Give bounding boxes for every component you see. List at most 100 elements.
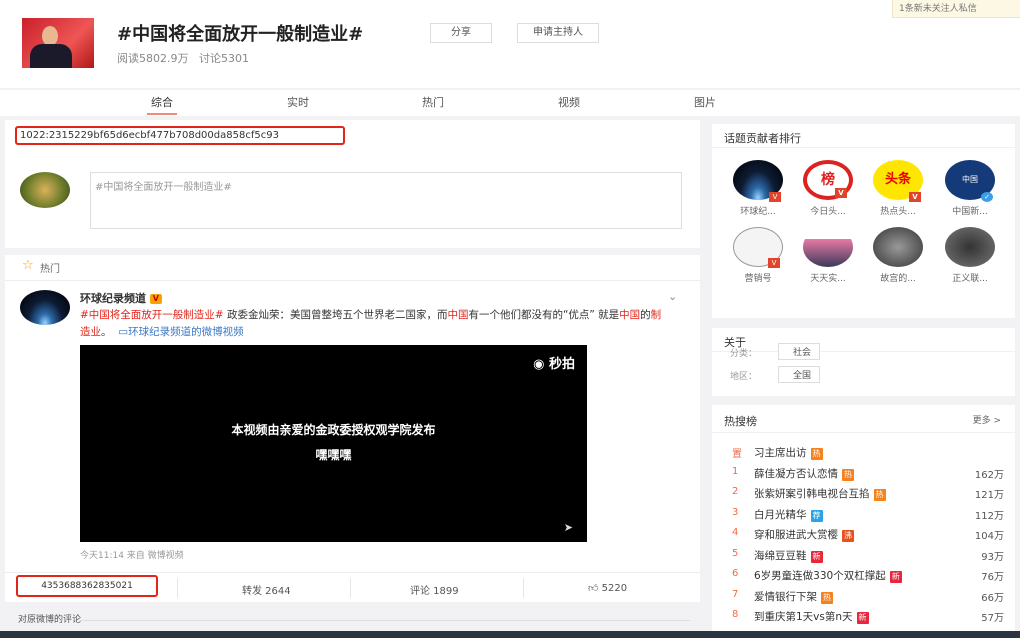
hot-search-item[interactable]: 1 薛佳凝方否认恋情热 162万 [724,466,1004,484]
hot-search-title: 热搜榜 [712,405,1015,433]
hot-section-label: 热门 [40,264,60,275]
contributor-avatar: 中国 ✓ [945,160,995,202]
tab-video[interactable]: 视频 [558,94,580,110]
divider [523,578,524,598]
like-button[interactable]: 👍︎ 5220 [588,582,627,594]
apply-host-button[interactable]: 申请主持人 [517,23,599,43]
contributor-avatar: 头条 V [873,160,923,202]
contributor-item[interactable]: 头条 V 热点头... [868,160,928,217]
notification-toast[interactable]: 1条新未关注人私信 [892,0,1020,18]
post-author[interactable]: 环球纪录频道 [80,292,146,305]
hot-badge: 沸 [842,530,854,542]
hot-search-item[interactable]: 7 爱情银行下架热 66万 [724,589,1004,607]
contributors-title: 话题贡献者排行 [712,124,1015,148]
hot-search-item[interactable]: 8 到重庆第1天vs第n天新 57万 [724,609,1004,627]
keyword-highlight: 中国 [447,309,469,321]
verified-badge-icon: V [149,294,162,304]
contributor-item[interactable]: 天天实... [798,227,858,284]
author-avatar[interactable] [20,290,70,325]
hot-search-text: 海绵豆豆鞋新 [754,548,823,563]
contributor-item[interactable]: 正义联... [940,227,1000,284]
hot-search-item[interactable]: 5 海绵豆豆鞋新 93万 [724,548,1004,566]
post-mid-highlight: 4353688362835021 [16,575,158,597]
hot-search-text: 6岁男童连做330个双杠撑起新 [754,568,902,583]
share-button[interactable]: 分享 [430,23,492,43]
topic-id-highlight: 1022:2315229bf65d6ecbf477b708d00da858cf5… [15,126,345,145]
contributor-name: 环球纪... [740,207,776,217]
tab-images[interactable]: 图片 [694,94,716,110]
video-logo-text: 秒拍 [548,357,575,372]
rank-label: 5 [732,547,739,559]
region-label: 地区： [730,372,758,382]
hot-count: 112万 [974,510,1004,522]
hot-search-item[interactable]: 2 张紫妍案引韩电视台互掐热 121万 [724,486,1004,504]
more-link[interactable]: 更多 > [973,413,1001,426]
video-player[interactable]: ◉ 秒拍 本视频由亲爱的金政委授权观学院发布 嘿嘿嘿 ➤ [80,345,587,542]
repost-button[interactable]: 转发 2644 [242,582,291,597]
rank-label: 置 [732,449,742,460]
hot-search-item[interactable]: 4 穿和服进武大赏樱沸 104万 [724,527,1004,545]
comments-header: 对原微博的评论 [18,615,82,625]
fullscreen-icon[interactable]: ➤ [564,521,573,534]
hot-count: 66万 [981,592,1004,604]
contributor-item[interactable]: 故宫的... [868,227,928,284]
star-icon: ☆ [22,258,34,273]
tab-bar: 综合 实时 热门 视频 图片 [0,90,1020,116]
contributor-item[interactable]: 中国 ✓ 中国新... [940,160,1000,217]
hot-search-text: 白月光精华荐 [754,507,823,522]
hot-count: 104万 [974,531,1004,542]
divider [5,280,700,281]
hot-count: 121万 [974,490,1004,501]
camera-icon: ◉ [533,357,545,372]
thumbs-up-icon: 👍︎ [588,583,599,594]
post-text-part: 的 [640,309,651,321]
composer-input[interactable]: #中国将全面放开一般制造业# [90,172,682,229]
hot-search-text: 穿和服进武大赏樱沸 [754,527,854,542]
contributor-item[interactable]: V 环球纪... [728,160,788,217]
contributor-name: 今日头... [810,207,846,217]
verified-icon: ✓ [981,192,993,202]
topic-cover-image [22,18,94,68]
hot-badge: 热 [810,448,823,460]
post-text-part: 。 [101,326,112,338]
contributor-avatar [873,227,923,267]
hot-badge: 新 [889,571,902,583]
hot-search-item[interactable]: 置 习主席出访热 [724,445,1004,463]
contributor-name: 热点头... [880,207,916,217]
verified-icon: V [835,188,847,198]
user-avatar [20,172,70,208]
contributor-name: 中国新... [952,207,988,217]
rank-label: 1 [732,465,739,477]
discussion-count: 讨论5301 [199,52,249,65]
contributors-card: 话题贡献者排行 V 环球纪... 榜 V 今日头... 头条 V 热点头... 中国 ✓ 中国… [712,124,1015,318]
hot-search-title: 习主席出访 [754,447,807,459]
contributor-avatar [945,227,995,267]
post-text: #中国将全面放开一般制造业# 政委金灿荣：美国曾整垮五个世界老二国家，而中国有一… [80,307,670,341]
video-logo: ◉ 秒拍 [533,353,575,372]
hot-search-item[interactable]: 6 6岁男童连做330个双杠撑起新 76万 [724,568,1004,586]
video-link-label: 环球纪录频道的微博视频 [128,326,244,338]
contributor-name: 天天实... [810,274,846,284]
chevron-down-icon[interactable]: ⌄ [668,290,677,303]
about-title: 关于 [712,328,1015,352]
hot-search-item[interactable]: 3 白月光精华荐 112万 [724,507,1004,525]
comment-button[interactable]: 评论 1899 [410,582,459,597]
contributor-item[interactable]: 榜 V 今日头... [798,160,858,217]
hot-count: 57万 [981,613,1004,624]
hot-count: 162万 [974,469,1004,481]
tab-hot[interactable]: 热门 [422,94,444,110]
tab-realtime[interactable]: 实时 [287,94,309,110]
contributor-name: 故宫的... [880,274,916,284]
hot-search-card: 热搜榜 更多 > 置 习主席出访热 1 薛佳凝方否认恋情 热 162万 2 张紫妍案引韩电视台… [712,405,1015,631]
category-tag[interactable]: 社会 [778,343,821,360]
hot-search-title: 张紫妍案引韩电视台互掐 [754,488,870,500]
hashtag-link[interactable]: #中国将全面放开一般制造业# [80,309,224,321]
about-card: 关于 分类： 社会 地区： 全国 [712,328,1015,396]
hot-search-title: 薛佳凝方否认恋情 [754,467,838,480]
contributor-name: 正义联... [952,274,988,284]
video-link[interactable]: ▭环球纪录频道的微博视频 [118,326,243,338]
tab-comprehensive[interactable]: 综合 [147,94,177,115]
contributor-item[interactable]: V 营销号 [728,227,788,284]
region-tag[interactable]: 全国 [778,366,821,383]
verified-icon: V [909,192,921,202]
